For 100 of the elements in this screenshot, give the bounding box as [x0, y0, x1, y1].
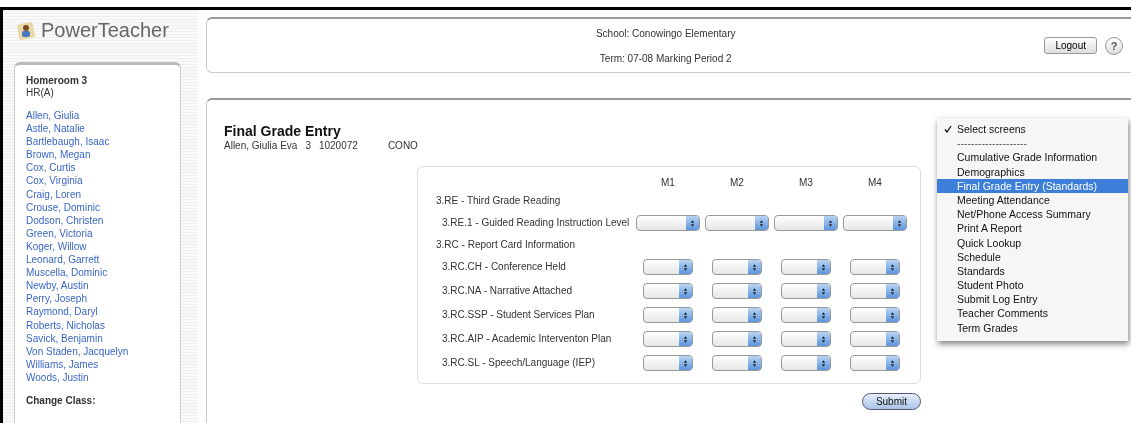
stepper-arrows-icon — [682, 286, 688, 296]
grade-select[interactable] — [711, 331, 762, 347]
menu-item[interactable]: Print A Report — [937, 221, 1128, 236]
column-header: M2 — [728, 176, 745, 190]
menu-item[interactable]: Meeting Attendance — [937, 192, 1128, 208]
grade-select[interactable] — [642, 331, 693, 347]
grade-select[interactable] — [849, 331, 900, 347]
menu-item[interactable]: Standards — [937, 263, 1128, 279]
student-link[interactable]: Perry, Joseph — [26, 292, 169, 306]
column-header: M4 — [866, 176, 883, 190]
grade-select[interactable] — [780, 331, 831, 347]
stepper-arrows-icon — [889, 358, 895, 368]
student-link[interactable]: Crouse, Dominic — [26, 200, 169, 214]
menu-item[interactable]: Final Grade Entry (Standards) — [937, 178, 1128, 193]
stepper-arrows-icon — [820, 334, 826, 344]
student-link[interactable]: Koger, Willow — [26, 239, 169, 254]
stepper-arrows-icon — [751, 358, 757, 368]
student-link[interactable]: Leonard, Garrett — [26, 253, 169, 267]
stepper-arrows-icon — [889, 286, 895, 296]
student-link[interactable]: Savick, Benjamin — [26, 331, 169, 345]
school-name: School: Conowingo Elementary — [595, 27, 736, 39]
student-link[interactable]: Raymond, Daryl — [26, 305, 169, 319]
menu-item[interactable]: Demographics — [937, 164, 1128, 179]
menu-item[interactable]: Student Photo — [937, 278, 1128, 293]
stepper-arrows-icon — [820, 358, 826, 368]
grade-select[interactable] — [711, 259, 762, 275]
menu-item[interactable]: Select screens — [937, 122, 1128, 137]
student-link[interactable]: Dodson, Christen — [26, 213, 169, 227]
stepper-arrows-icon — [889, 334, 895, 344]
student-link[interactable]: Green, Victoria — [26, 226, 169, 240]
menu-item[interactable]: Quick Lookup — [937, 235, 1128, 250]
stepper-arrows-icon — [820, 262, 826, 272]
logout-button[interactable]: Logout — [1044, 37, 1097, 54]
standard-label: 3.RC.AIP - Academic Interventon Plan — [441, 332, 613, 346]
standard-label: 3.RE.1 - Guided Reading Instruction Level — [441, 216, 631, 230]
submit-button[interactable]: Submit — [861, 393, 921, 410]
student-link[interactable]: Muscella, Dominic — [26, 266, 169, 280]
student-link[interactable]: Brown, Megan — [26, 148, 169, 162]
grade-select[interactable] — [642, 307, 693, 323]
grade-select[interactable] — [849, 283, 900, 299]
stepper-arrows-icon — [889, 262, 895, 272]
stepper-arrows-icon — [751, 334, 757, 344]
page-title: Final Grade Entry — [224, 123, 341, 139]
group-label: 3.RC - Report Card Information — [436, 238, 576, 252]
stepper-arrows-icon — [689, 218, 695, 228]
stepper-arrows-icon — [820, 310, 826, 320]
menu-item[interactable]: Schedule — [937, 249, 1128, 264]
stepper-arrows-icon — [682, 334, 688, 344]
student-link[interactable]: Cox, Virginia — [26, 174, 169, 188]
student-link[interactable]: Bartlebaugh, Isaac — [26, 135, 169, 149]
stepper-arrows-icon — [751, 262, 757, 272]
student-link[interactable]: Newby, Austin — [26, 279, 169, 293]
grade-select[interactable] — [635, 215, 700, 231]
grade-select[interactable] — [842, 215, 907, 231]
grade-select[interactable] — [642, 283, 693, 299]
menu-item[interactable]: Net/Phone Access Summary — [937, 207, 1128, 222]
student-link[interactable]: Woods, Justin — [26, 370, 169, 384]
grade-select[interactable] — [773, 215, 838, 231]
stepper-arrows-icon — [889, 310, 895, 320]
stepper-arrows-icon — [758, 218, 764, 228]
student-link[interactable]: Roberts, Nicholas — [26, 318, 169, 332]
grade-select[interactable] — [849, 259, 900, 275]
stepper-arrows-icon — [896, 218, 902, 228]
grade-select[interactable] — [780, 283, 831, 299]
column-header: M3 — [797, 176, 814, 190]
grade-select[interactable] — [849, 307, 900, 323]
stepper-arrows-icon — [682, 310, 688, 320]
school-code: CONO — [387, 140, 418, 151]
grade-select[interactable] — [711, 355, 762, 371]
help-button[interactable]: ? — [1105, 36, 1123, 55]
menu-item[interactable]: Submit Log Entry — [937, 292, 1128, 307]
grade-select[interactable] — [642, 259, 693, 275]
grade-select[interactable] — [642, 355, 693, 371]
grade-select[interactable] — [780, 259, 831, 275]
student-grade: 3 — [305, 140, 311, 151]
stepper-arrows-icon — [682, 262, 688, 272]
student-link[interactable]: Allen, Giulia — [26, 109, 169, 123]
teacher-logo-icon — [15, 19, 37, 41]
menu-item[interactable]: Teacher Comments — [937, 306, 1128, 321]
student-link[interactable]: Von Staden, Jacquelyn — [26, 344, 169, 358]
grade-select[interactable] — [849, 355, 900, 371]
grade-select[interactable] — [704, 215, 769, 231]
student-link[interactable]: Astle, Natalie — [26, 122, 169, 136]
stepper-arrows-icon — [751, 286, 757, 296]
grade-select[interactable] — [711, 307, 762, 323]
group-label: 3.RE - Third Grade Reading — [436, 194, 562, 208]
grade-select[interactable] — [780, 307, 831, 323]
column-header: M1 — [659, 176, 676, 190]
stepper-arrows-icon — [827, 218, 833, 228]
menu-item[interactable]: Term Grades — [937, 320, 1128, 335]
class-title: Homeroom 3 — [26, 75, 89, 87]
grade-select[interactable] — [711, 283, 762, 299]
student-link[interactable]: Cox, Curtis — [26, 161, 169, 175]
student-link[interactable]: Craig, Loren — [26, 187, 169, 201]
menu-item[interactable]: Cumulative Grade Information — [937, 150, 1128, 165]
app-logo-text: PowerTeacher — [41, 19, 169, 41]
grade-select[interactable] — [780, 355, 831, 371]
standard-label: 3.RC.SL - Speech/Language (IEP) — [441, 356, 597, 370]
student-link[interactable]: Williams, James — [26, 357, 169, 371]
menu-separator: -------------------- — [956, 136, 1028, 151]
